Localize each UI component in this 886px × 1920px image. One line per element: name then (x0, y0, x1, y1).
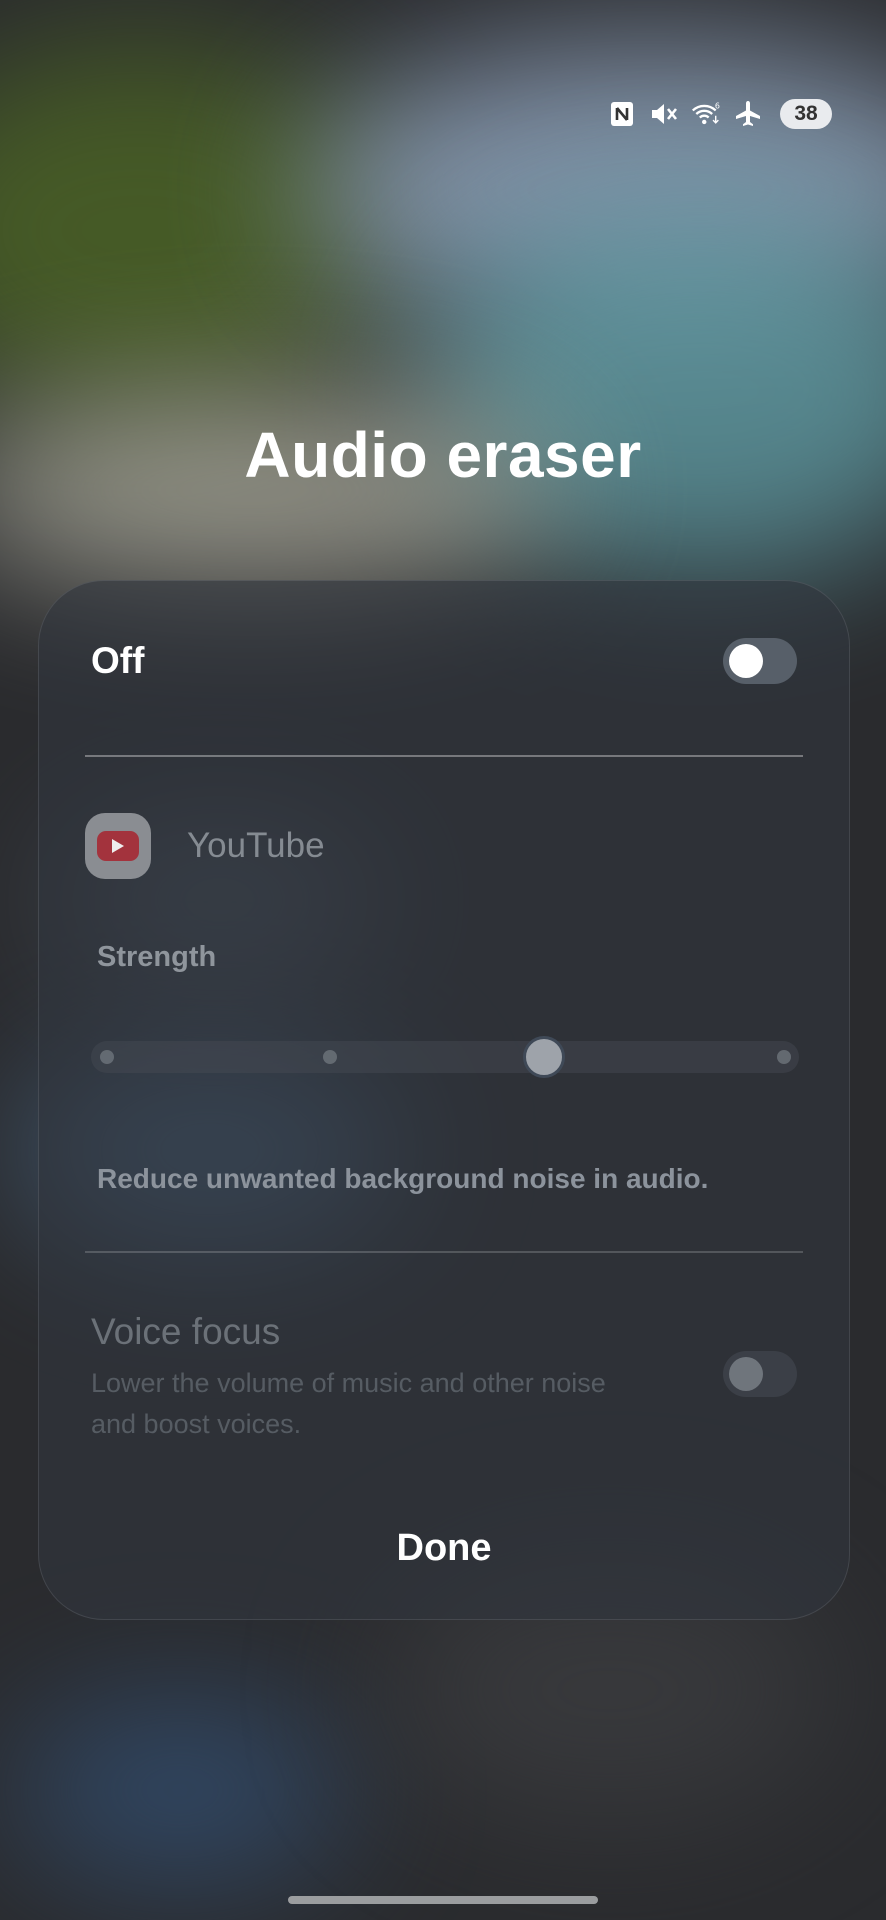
status-bar: 6 38 (606, 94, 832, 134)
done-button[interactable]: Done (39, 1527, 849, 1570)
slider-step-4[interactable] (777, 1050, 791, 1064)
master-toggle-switch[interactable] (723, 638, 797, 684)
divider (85, 755, 803, 757)
master-toggle-label: Off (91, 640, 145, 681)
voice-focus-subtitle: Lower the volume of music and other nois… (91, 1368, 606, 1439)
voice-focus-title: Voice focus (91, 1311, 281, 1352)
voice-focus-toggle[interactable] (723, 1351, 797, 1397)
youtube-icon (85, 813, 151, 879)
wifi-6-icon: 6 (690, 98, 722, 130)
slider-thumb[interactable] (523, 1036, 565, 1078)
strength-description: Reduce unwanted background noise in audi… (97, 1163, 709, 1194)
toggle-knob (729, 644, 763, 678)
strength-label: Strength (97, 941, 217, 973)
page-title: Audio eraser (244, 419, 642, 491)
airplane-mode-icon (732, 98, 764, 130)
strength-slider[interactable] (91, 1036, 799, 1078)
audio-eraser-panel: Off YouTube Strength Reduce unwanted bac… (38, 580, 850, 1620)
app-row: YouTube (85, 813, 325, 879)
app-name: YouTube (187, 826, 325, 865)
divider (85, 1251, 803, 1253)
toggle-knob (729, 1357, 763, 1391)
home-gesture-bar[interactable] (288, 1896, 598, 1904)
master-toggle-row[interactable]: Off (91, 633, 797, 689)
slider-step-2[interactable] (323, 1050, 337, 1064)
battery-indicator: 38 (780, 99, 832, 129)
nfc-icon (606, 98, 638, 130)
mute-icon (648, 98, 680, 130)
slider-step-1[interactable] (100, 1050, 114, 1064)
svg-text:6: 6 (715, 102, 720, 111)
